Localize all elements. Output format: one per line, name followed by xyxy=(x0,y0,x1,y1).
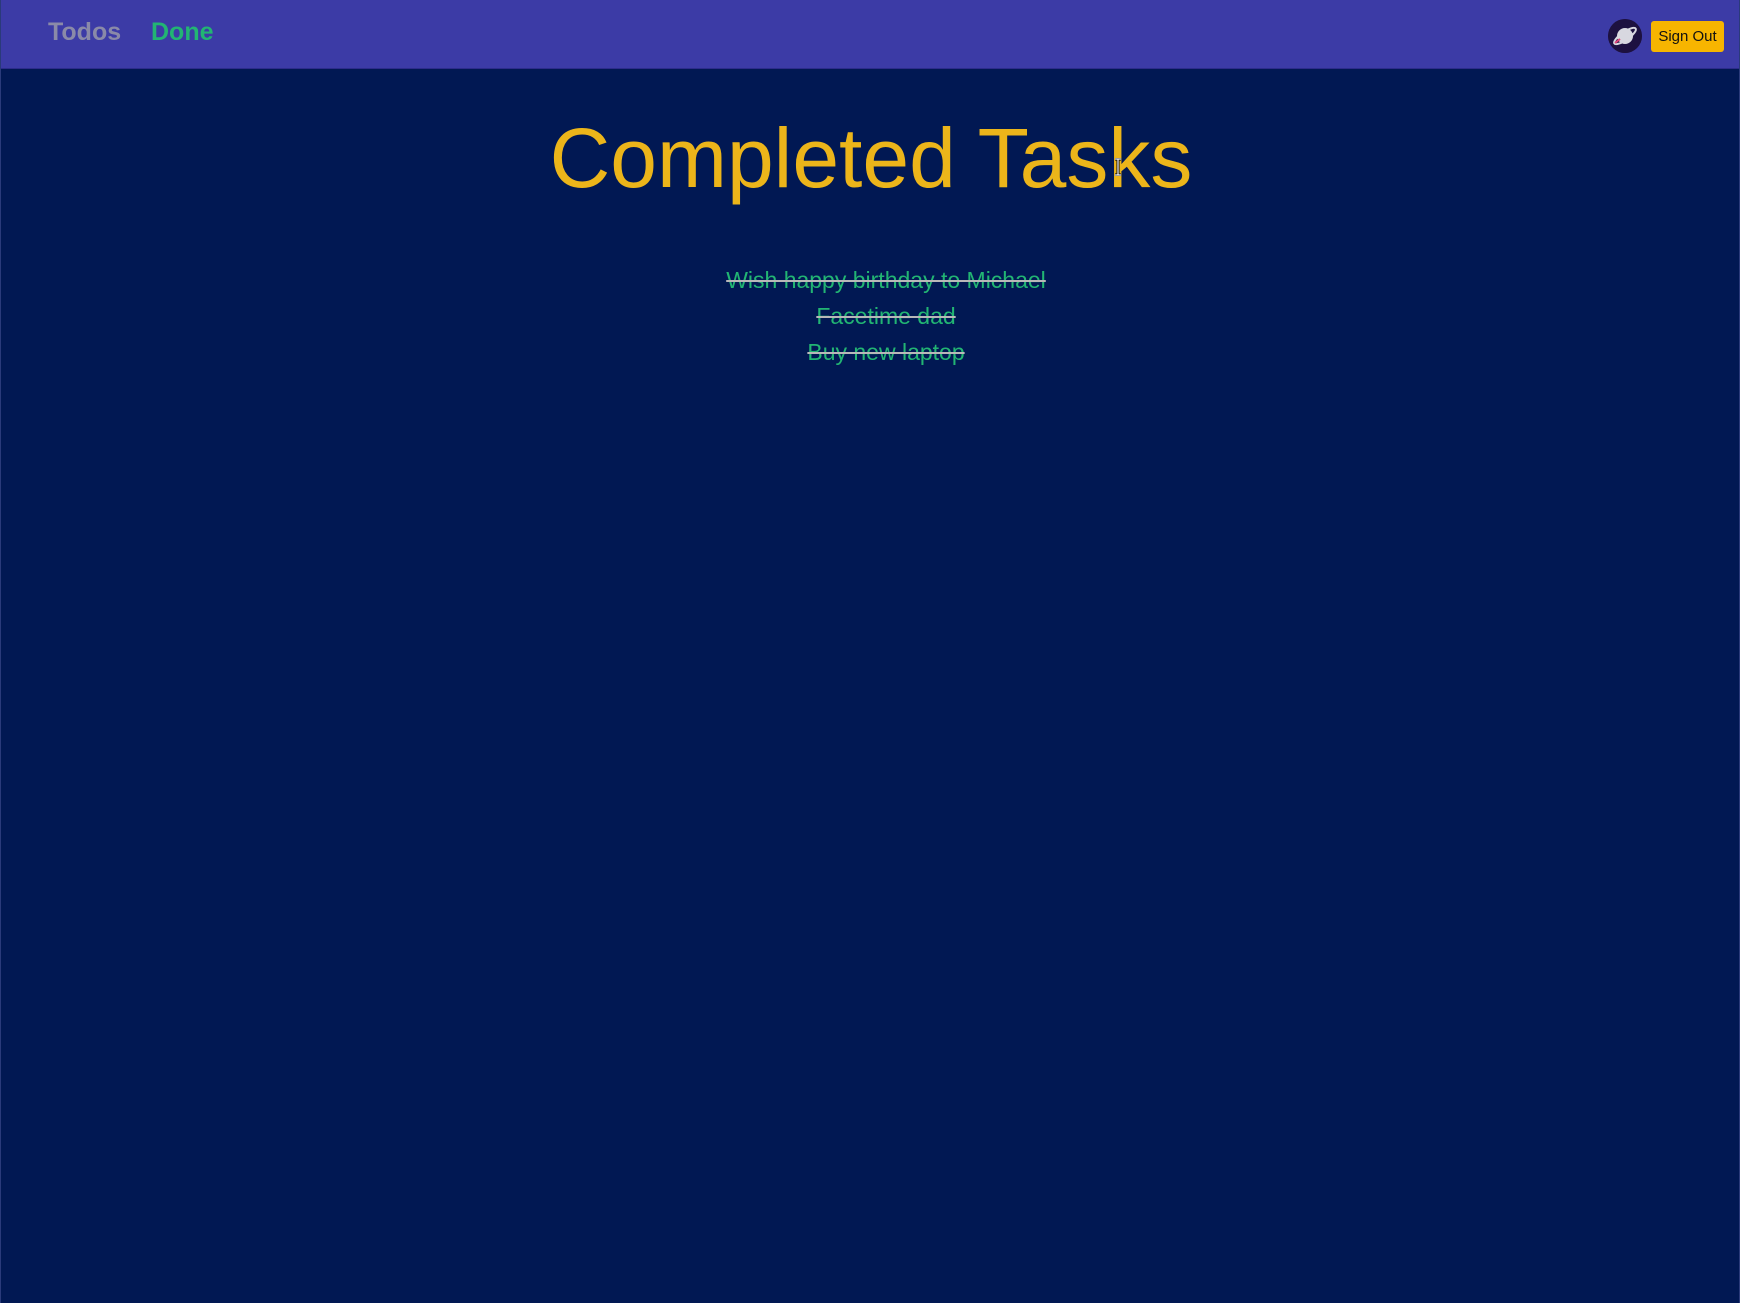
sign-out-button[interactable]: Sign Out xyxy=(1651,21,1724,52)
nav-link-done[interactable]: Done xyxy=(151,17,214,47)
avatar[interactable] xyxy=(1608,19,1642,53)
nav-link-todos[interactable]: Todos xyxy=(48,17,121,47)
top-navbar: Todos Done Sign Out xyxy=(1,0,1739,69)
task-item[interactable]: Facetime dad xyxy=(1,298,1740,334)
text-cursor-icon xyxy=(1115,158,1121,176)
app-root: Todos Done Sign Out Completed Tasks Wish… xyxy=(0,0,1740,1303)
task-item[interactable]: Wish happy birthday to Michael xyxy=(1,262,1740,298)
planet-icon xyxy=(1608,19,1642,53)
completed-task-list: Wish happy birthday to Michael Facetime … xyxy=(1,262,1740,370)
page-title: Completed Tasks xyxy=(549,111,1193,205)
task-item[interactable]: Buy new laptop xyxy=(1,334,1740,370)
